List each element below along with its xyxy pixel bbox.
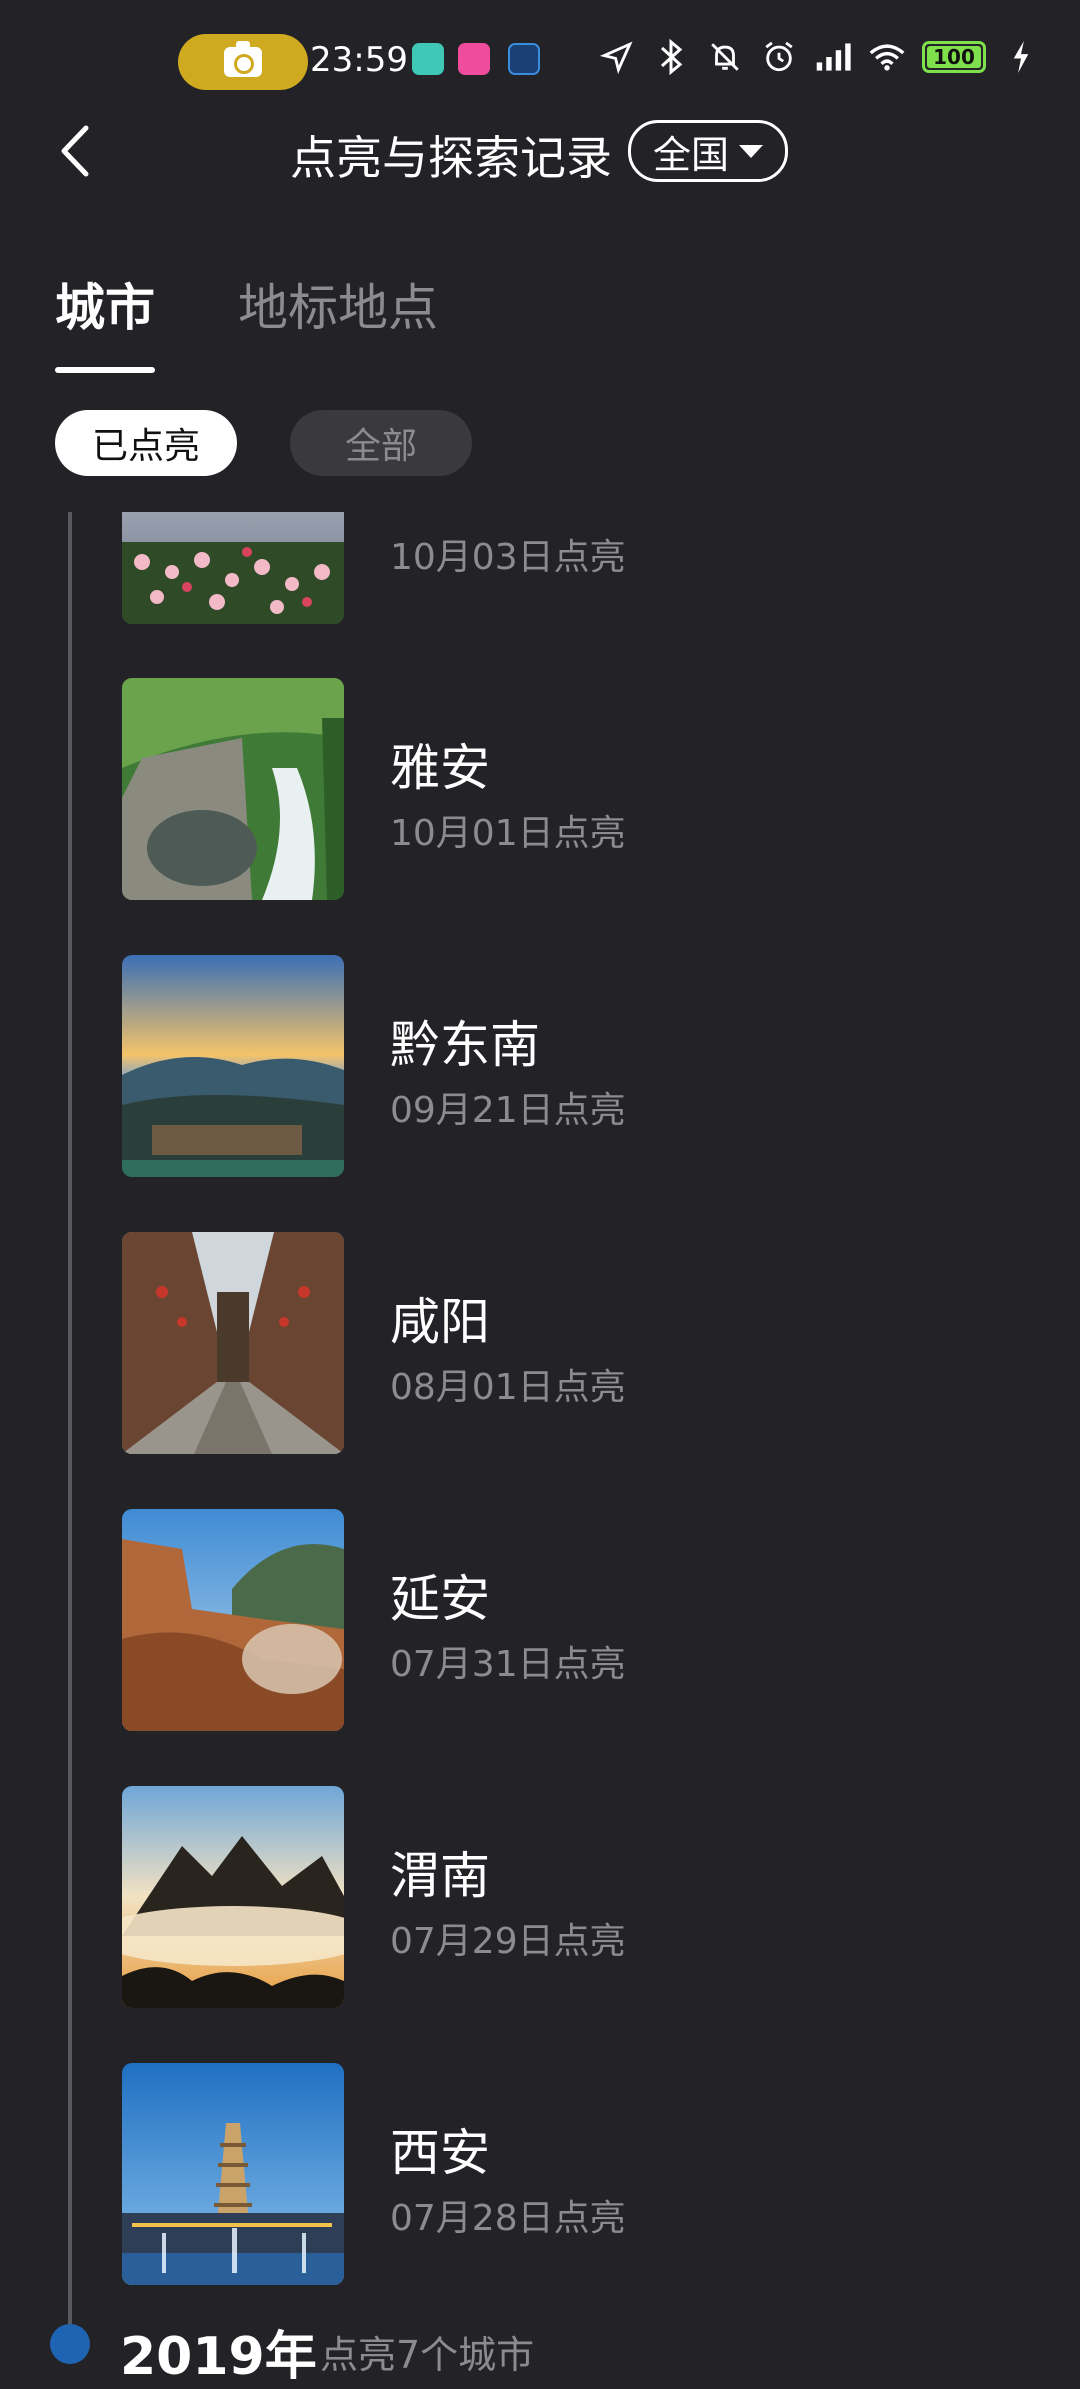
page-title: 点亮与探索记录	[290, 131, 612, 185]
year-section-header: 2019年 点亮7个城市	[0, 2310, 1080, 2387]
lit-date: 10月01日点亮	[390, 813, 626, 854]
alarm-icon	[760, 38, 798, 76]
city-thumbnail	[122, 1232, 344, 1454]
list-item[interactable]: 渭南 07月29日点亮	[0, 1786, 1080, 2008]
screen-recording-pill[interactable]	[178, 34, 308, 90]
city-name: 雅安	[390, 739, 490, 797]
status-bar: 23:59 100	[0, 0, 1080, 120]
city-name: 咸阳	[390, 1293, 490, 1351]
caret-down-icon	[739, 144, 764, 158]
signal-icon	[814, 38, 852, 76]
city-name: 黔东南	[390, 1016, 540, 1074]
timeline-dot-icon	[50, 2324, 90, 2364]
region-selector[interactable]: 全国	[628, 120, 789, 182]
lit-date: 07月29日点亮	[390, 1921, 626, 1962]
filter-all-button[interactable]: 全部	[290, 410, 472, 476]
status-time: 23:59	[310, 40, 408, 80]
city-thumbnail	[122, 1509, 344, 1731]
charging-icon	[1002, 38, 1040, 76]
app-notification-icon	[412, 43, 444, 75]
lit-date: 10月03日点亮	[390, 537, 626, 578]
city-thumbnail	[122, 1786, 344, 2008]
tab-active-indicator	[55, 367, 155, 373]
status-icons: 100	[598, 38, 1040, 76]
list-item[interactable]: 咸阳 08月01日点亮	[0, 1232, 1080, 1454]
city-thumbnail	[122, 955, 344, 1177]
battery-level: 100	[933, 45, 975, 69]
location-arrow-icon	[598, 38, 636, 76]
wifi-icon	[868, 38, 906, 76]
year-title: 2019年	[120, 2327, 317, 2387]
city-thumbnail	[122, 2063, 344, 2285]
tab-landmark[interactable]: 地标地点	[238, 268, 438, 340]
lit-date: 08月01日点亮	[390, 1367, 626, 1408]
list-item[interactable]: 黔东南 09月21日点亮	[0, 955, 1080, 1177]
city-thumbnail	[122, 678, 344, 900]
list-item[interactable]: 雅安 10月01日点亮	[0, 678, 1080, 900]
bell-off-icon	[706, 38, 744, 76]
lit-date: 07月28日点亮	[390, 2198, 626, 2239]
city-name: 西安	[390, 2124, 490, 2182]
city-name: 渭南	[390, 1847, 490, 1905]
bluetooth-icon	[652, 38, 690, 76]
lit-date: 09月21日点亮	[390, 1090, 626, 1131]
back-button[interactable]	[50, 118, 110, 184]
camera-icon	[224, 41, 262, 77]
lit-date: 07月31日点亮	[390, 1644, 626, 1685]
city-timeline-list[interactable]: 10月03日点亮 雅安 10月01日点亮 黔东南 09月21日点亮 咸阳 08月…	[0, 512, 1080, 2340]
year-summary: 点亮7个城市	[320, 2333, 535, 2377]
list-item[interactable]: 10月03日点亮	[0, 512, 1080, 624]
bilibili-icon	[458, 43, 490, 75]
app-notification-icon	[508, 43, 540, 75]
tab-city[interactable]: 城市	[55, 268, 155, 340]
filter-lit-button[interactable]: 已点亮	[55, 410, 237, 476]
chevron-left-icon	[61, 125, 89, 177]
list-item[interactable]: 西安 07月28日点亮	[0, 2063, 1080, 2285]
city-thumbnail	[122, 512, 344, 624]
list-item[interactable]: 延安 07月31日点亮	[0, 1509, 1080, 1731]
battery-icon: 100	[922, 41, 986, 73]
region-label: 全国	[653, 132, 730, 177]
city-name: 延安	[390, 1570, 490, 1628]
